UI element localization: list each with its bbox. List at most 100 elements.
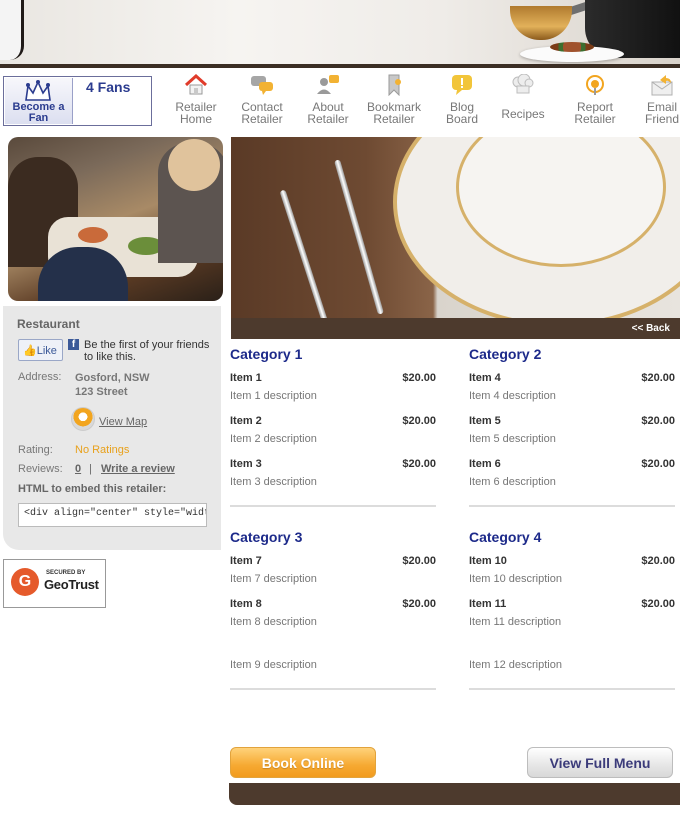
item-name: Item 7 [230, 555, 262, 567]
rating-label: Rating: [18, 444, 53, 456]
back-button[interactable]: << Back [632, 323, 670, 334]
item-name: Item 11 [469, 598, 507, 610]
diner-head [168, 139, 220, 191]
menu-category: Category 4 Item 10 $20.00 Item 10 descri… [469, 529, 675, 690]
dish [78, 227, 108, 243]
item-description: Item 5 description [469, 433, 556, 445]
secured-by-label: SECURED BY [46, 570, 86, 576]
nav-label: Report Retailer [574, 100, 616, 126]
chat-bubbles-icon [251, 76, 273, 95]
category-divider [230, 505, 436, 507]
menu-item[interactable]: Item 3 $20.00 Item 3 description [230, 458, 436, 501]
item-name: Item 3 [230, 458, 262, 470]
item-description: Item 11 description [469, 616, 562, 628]
home-icon [184, 74, 208, 95]
embed-code-field[interactable]: <div align="center" style="width:208px [18, 503, 207, 527]
nav-label: Bookmark Retailer [366, 100, 422, 126]
fan-count: 4 Fans [86, 79, 131, 95]
item-price: $20.00 [641, 598, 675, 610]
menu-item[interactable]: Item 7 $20.00 Item 7 description [230, 555, 436, 598]
item-description: Item 8 description [230, 616, 317, 628]
item-description: Item 3 description [230, 476, 317, 488]
rating-value: No Ratings [75, 444, 130, 456]
nav-bookmark-retailer[interactable]: Bookmark Retailer [358, 70, 430, 130]
nav-report-retailer[interactable]: Report Retailer [559, 70, 631, 130]
retailer-nav: Retailer Home Contact Retailer About Retail… [160, 70, 680, 130]
nav-retailer-home[interactable]: Retailer Home [160, 70, 232, 130]
menu-category: Category 2 Item 4 $20.00 Item 4 descript… [469, 346, 675, 507]
item-description: Item 6 description [469, 476, 556, 488]
menu-item[interactable]: Item 4 $20.00 Item 4 description [469, 372, 675, 415]
menu-item[interactable]: Item 1 $20.00 Item 1 description [230, 372, 436, 415]
menu-item[interactable]: Item 10 $20.00 Item 10 description [469, 555, 675, 598]
nav-about-retailer[interactable]: About Retailer [292, 70, 364, 130]
item-name: Item 10 [469, 555, 507, 567]
footer-bar [229, 783, 680, 805]
alert-bubble-icon [452, 75, 472, 95]
report-icon [586, 75, 604, 95]
menu-category: Category 1 Item 1 $20.00 Item 1 descript… [230, 346, 436, 507]
reviews-separator: | [89, 463, 92, 475]
category-title: Category 3 [230, 529, 303, 545]
book-online-button[interactable]: Book Online [230, 747, 376, 778]
menu-item[interactable]: Item 11 $20.00 Item 11 description [469, 598, 675, 641]
view-map-link[interactable]: View Map [99, 416, 147, 428]
item-description: Item 12 description [469, 659, 562, 671]
nav-label: About Retailer [307, 100, 349, 126]
item-description: Item 4 description [469, 390, 556, 402]
fork [279, 189, 329, 318]
item-name: Item 8 [230, 598, 262, 610]
thumbs-up-icon: 👍 [23, 345, 37, 357]
item-price: $20.00 [641, 458, 675, 470]
banner-divider [0, 64, 680, 68]
become-fan-label: Become a Fan [12, 101, 65, 124]
nav-label: Contact Retailer [241, 100, 283, 126]
item-price: $20.00 [402, 458, 436, 470]
item-name: Item 5 [469, 415, 501, 427]
nav-recipes[interactable]: Recipes [487, 70, 559, 130]
view-full-menu-button[interactable]: View Full Menu [527, 747, 673, 778]
facebook-icon: f [68, 339, 79, 350]
nav-contact-retailer[interactable]: Contact Retailer [226, 70, 298, 130]
menu-category: Category 3 Item 7 $20.00 Item 7 descript… [230, 529, 436, 690]
people-icon [317, 75, 339, 94]
item-price: $20.00 [641, 372, 675, 384]
address-line-2: 123 Street [75, 386, 128, 398]
write-review-link[interactable]: Write a review [101, 463, 175, 475]
geotrust-name: GeoTrust [44, 577, 99, 592]
chef-figure [0, 0, 24, 60]
nav-label: Retailer Home [175, 100, 217, 126]
become-fan-button[interactable]: Become a Fan [5, 78, 73, 124]
item-description: Item 7 description [230, 573, 317, 585]
item-name: Item 4 [469, 372, 501, 384]
item-description: Item 1 description [230, 390, 317, 402]
menu-item[interactable]: Item 2 $20.00 Item 2 description [230, 415, 436, 458]
address-value: Gosford, NSW 123 Street [75, 371, 150, 399]
item-price: $20.00 [402, 372, 436, 384]
item-price: $20.00 [641, 415, 675, 427]
category-title: Category 2 [469, 346, 542, 362]
hero-image [231, 137, 680, 318]
geotrust-logo-icon: G [11, 568, 39, 596]
bookmark-icon [388, 74, 401, 96]
item-price: $20.00 [641, 555, 675, 567]
menu-item[interactable]: Item 6 $20.00 Item 6 description [469, 458, 675, 501]
like-label: Like [36, 345, 57, 357]
copper-pan [510, 6, 572, 40]
menu-item[interactable]: Item 8 $20.00 Item 8 description [230, 598, 436, 641]
reviews-count-link[interactable]: 0 [75, 463, 81, 475]
category-divider [469, 688, 675, 690]
retailer-type: Restaurant [17, 317, 80, 331]
menu-item[interactable]: Item 5 $20.00 Item 5 description [469, 415, 675, 458]
geotrust-seal[interactable]: G SECURED BY GeoTrust [3, 559, 106, 608]
reviews-label: Reviews: [18, 463, 63, 475]
map-pin-icon[interactable] [71, 407, 95, 431]
facebook-like-text: Be the first of your friends to like thi… [84, 339, 210, 363]
menu-item[interactable]: Item 12 description [469, 641, 675, 684]
chef-hat-icon [512, 74, 534, 94]
category-title: Category 4 [469, 529, 542, 545]
nav-email-friend[interactable]: Email Friend [626, 70, 680, 130]
menu-item[interactable]: Item 9 description [230, 641, 436, 684]
crown-icon [25, 80, 51, 101]
facebook-like-button[interactable]: 👍Like [18, 339, 63, 361]
